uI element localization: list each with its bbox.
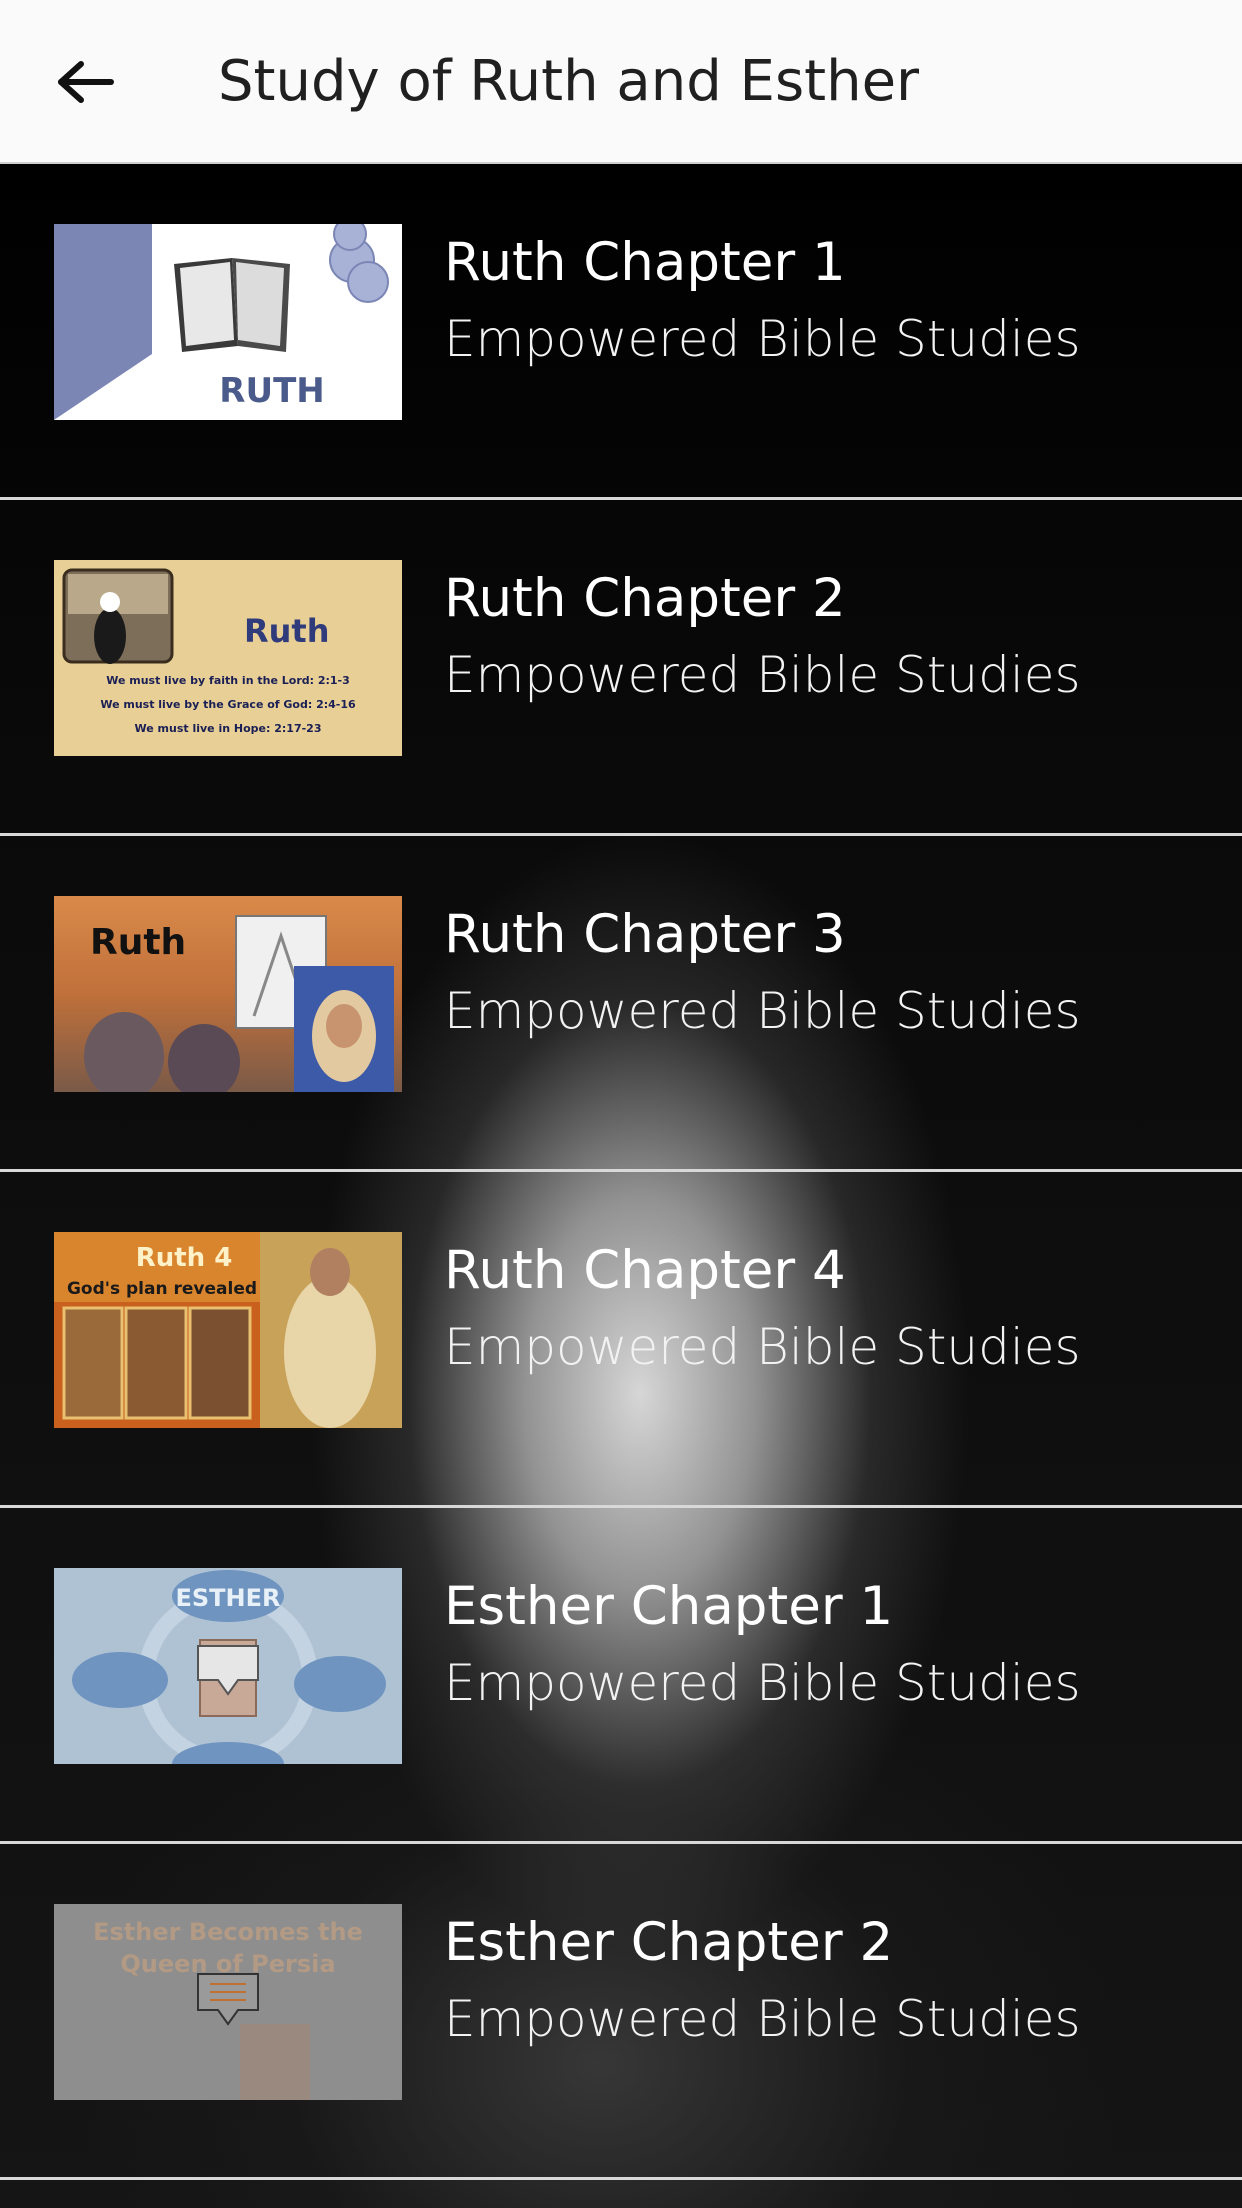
thumb-text-line-3: We must live in Hope: 2:17-23 [135, 722, 322, 735]
item-subtitle: Empowered Bible Studies [444, 982, 1081, 1040]
item-title: Ruth Chapter 1 [444, 232, 846, 293]
thumb-text-ruth: Ruth [90, 922, 186, 963]
thumbnail-esther-1: ESTHER [54, 1568, 402, 1764]
thumbnail-ruth-1: RUTH [54, 224, 402, 420]
item-title: Esther Chapter 2 [444, 1912, 894, 1973]
item-title: Esther Chapter 1 [444, 1576, 894, 1637]
item-title: Ruth Chapter 2 [444, 568, 846, 629]
list-item-ruth-4[interactable]: Ruth 4 God's plan revealed Ruth Chapter … [0, 1172, 1242, 1508]
item-subtitle: Empowered Bible Studies [444, 646, 1081, 704]
thumb-text-ruth: RUTH [219, 371, 324, 411]
list-item-ruth-2[interactable]: Ruth We must live by faith in the Lord: … [0, 500, 1242, 836]
thumbnail-ruth-4: Ruth 4 God's plan revealed [54, 1232, 402, 1428]
thumbnail-esther-2: Esther Becomes the Queen of Persia [54, 1904, 402, 2100]
item-title: Ruth Chapter 4 [444, 1240, 846, 1301]
thumb-text-ruth: Ruth [244, 612, 330, 650]
list-item-ruth-1[interactable]: RUTH Ruth Chapter 1 Empowered Bible Stud… [0, 164, 1242, 500]
item-subtitle: Empowered Bible Studies [444, 1990, 1081, 2048]
list-item-ruth-3[interactable]: Ruth Ruth Chapter 3 Empowered Bible Stud… [0, 836, 1242, 1172]
back-button[interactable] [40, 40, 130, 124]
thumb-text-line-2: Queen of Persia [120, 1950, 335, 1978]
item-title: Ruth Chapter 3 [444, 904, 846, 965]
app-bar: Study of Ruth and Esther [0, 0, 1242, 164]
page-title: Study of Ruth and Esther [218, 49, 920, 114]
item-subtitle: Empowered Bible Studies [444, 310, 1081, 368]
arrow-left-icon [58, 61, 114, 103]
thumb-text-line-1: We must live by faith in the Lord: 2:1-3 [106, 674, 350, 687]
list-item-esther-1[interactable]: ESTHER Esther Chapter 1 Empowered Bible … [0, 1508, 1242, 1844]
thumb-text-ruth-4: Ruth 4 [136, 1243, 233, 1273]
thumb-text-line-2: We must live by the Grace of God: 2:4-16 [100, 698, 356, 711]
thumbnail-ruth-3: Ruth [54, 896, 402, 1092]
chapter-list: RUTH Ruth Chapter 1 Empowered Bible Stud… [0, 164, 1242, 2208]
item-subtitle: Empowered Bible Studies [444, 1318, 1081, 1376]
thumb-text-line-1: Esther Becomes the [93, 1918, 363, 1946]
item-subtitle: Empowered Bible Studies [444, 1654, 1081, 1712]
thumb-text-esther: ESTHER [175, 1584, 280, 1612]
thumbnail-ruth-2: Ruth We must live by faith in the Lord: … [54, 560, 402, 756]
thumb-text-subtitle: God's plan revealed [67, 1279, 257, 1299]
list-item-esther-2[interactable]: Esther Becomes the Queen of Persia Esthe… [0, 1844, 1242, 2180]
